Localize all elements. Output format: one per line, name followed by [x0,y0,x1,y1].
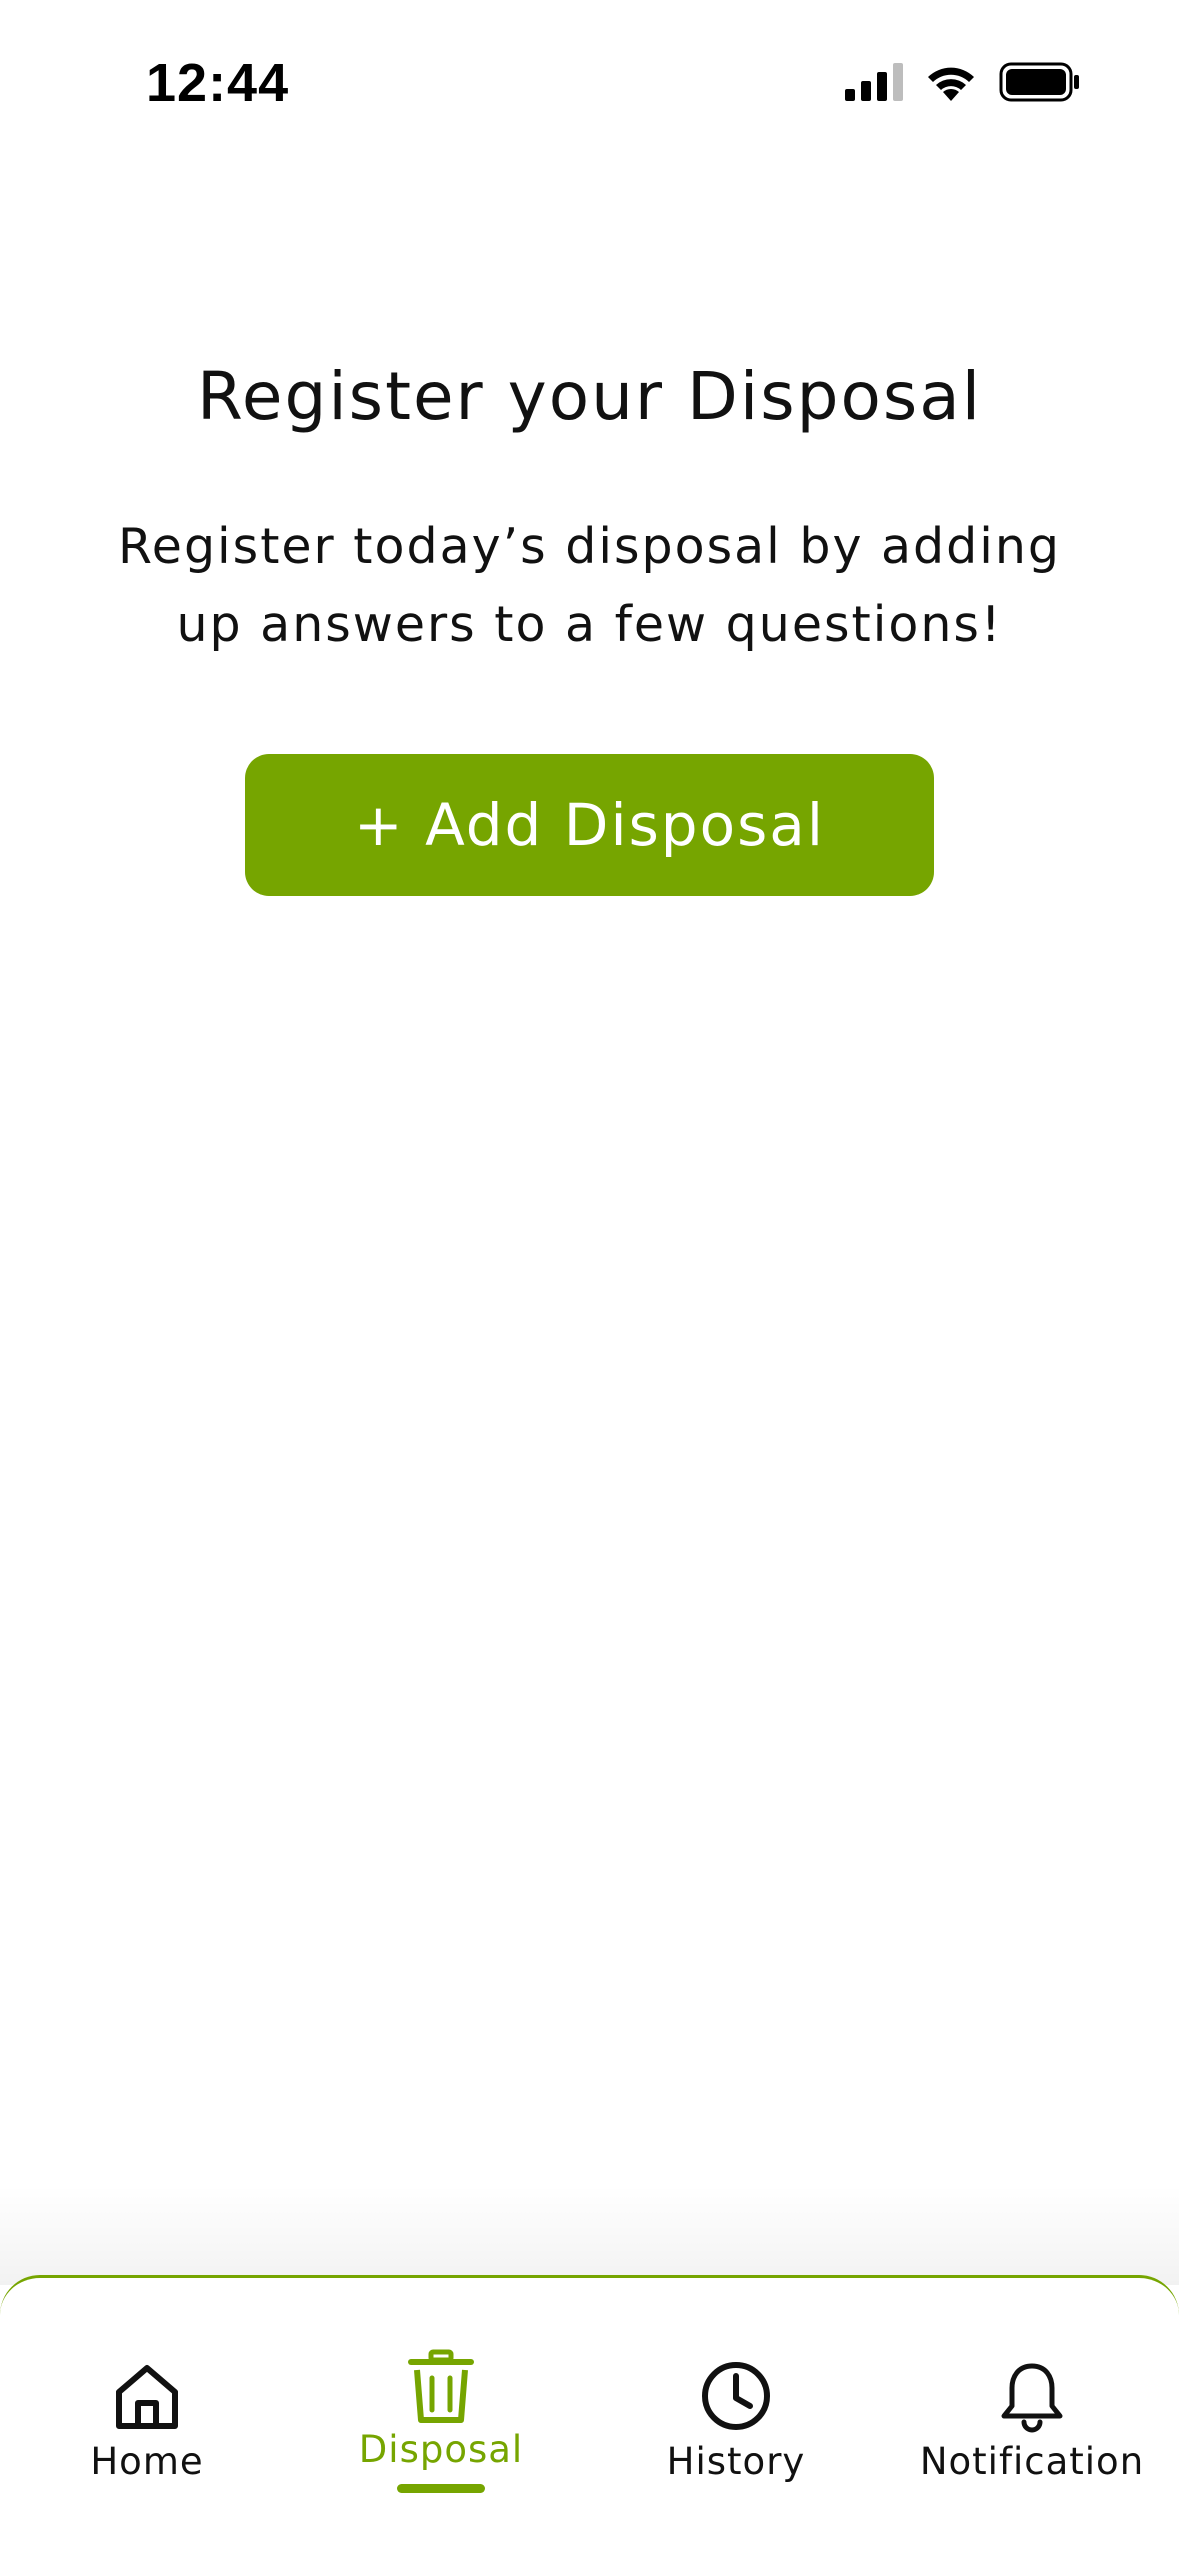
active-tab-indicator [397,2484,485,2493]
tab-disposal-label: Disposal [358,2428,524,2471]
tab-notification-label: Notification [919,2440,1145,2483]
tab-disposal[interactable]: Disposal [294,2278,588,2518]
page-subtitle: Register today’s disposal by adding up a… [117,518,1062,653]
add-disposal-button[interactable]: + Add Disposal [245,754,934,896]
status-time: 12:44 [146,53,290,113]
tab-home-label: Home [90,2440,204,2483]
tab-history-label: History [666,2440,806,2483]
bell-icon [994,2358,1070,2434]
tab-home[interactable]: Home [0,2278,294,2518]
trash-icon [403,2348,479,2424]
tab-notification[interactable]: Notification [885,2278,1179,2518]
tab-bar-shadow [0,2185,1179,2285]
battery-icon [999,62,1081,106]
tab-history[interactable]: History [589,2278,883,2518]
page-title: Register your Disposal [196,358,983,435]
disposal-screen: 12:44 Register your Disposal Register to… [0,0,1179,2556]
home-icon [109,2358,185,2434]
status-bar: 12:44 [0,0,1179,175]
clock-icon [698,2358,774,2434]
status-icons [845,62,1081,106]
wifi-icon [925,63,977,105]
cellular-signal-icon [845,63,903,105]
bottom-tab-bar: Home Disposal History Notification [0,2275,1179,2556]
